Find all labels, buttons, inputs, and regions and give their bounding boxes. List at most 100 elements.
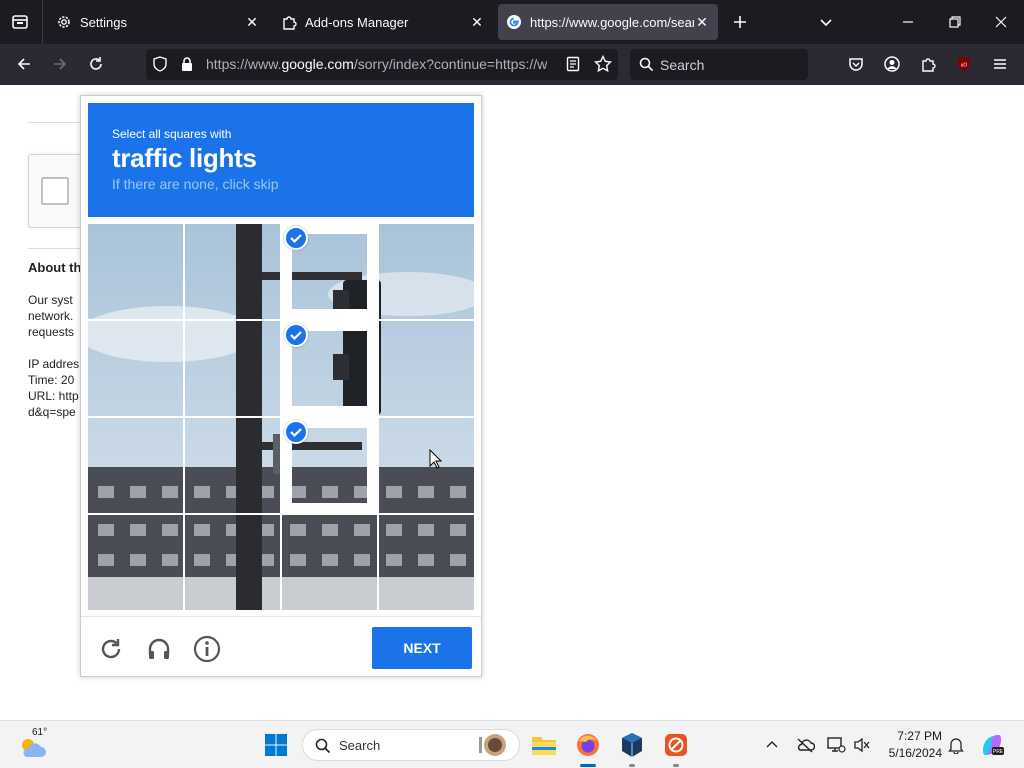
hamburger-icon — [994, 59, 1006, 69]
new-tab-button[interactable] — [728, 10, 752, 34]
chevron-up-icon — [766, 741, 778, 748]
search-input[interactable]: Search — [630, 49, 808, 80]
copilot-icon: PRE — [983, 735, 1004, 755]
recaptcha-challenge: Select all squares with traffic lights I… — [80, 95, 482, 677]
tile-image — [185, 515, 280, 610]
pocket-button[interactable] — [844, 52, 868, 76]
file-explorer-button[interactable] — [528, 729, 560, 761]
ublock-button[interactable]: uO — [952, 52, 976, 76]
extensions-button[interactable] — [916, 52, 940, 76]
tile-image — [185, 321, 280, 416]
show-hidden-icons-button[interactable] — [756, 729, 788, 761]
captcha-tile[interactable] — [88, 418, 183, 513]
captcha-tile[interactable] — [185, 224, 280, 319]
minimize-icon — [903, 21, 913, 23]
tab-addons[interactable]: Add-ons Manager ✕ — [273, 4, 495, 40]
bookmark-star-icon[interactable] — [593, 54, 613, 78]
copilot-button[interactable]: PRE — [976, 729, 1008, 761]
restore-button[interactable] — [943, 10, 967, 34]
windows-logo-icon — [265, 734, 287, 756]
reload-challenge-button[interactable] — [97, 635, 125, 663]
clock[interactable]: 7:27 PM 5/16/2024 — [880, 728, 942, 762]
captcha-tile[interactable] — [282, 418, 377, 513]
tile-image — [88, 418, 183, 513]
bg-text-line: requests — [28, 325, 75, 339]
tab-strip: Settings ✕ Add-ons Manager ✕ https://www… — [0, 0, 1024, 44]
menu-button[interactable] — [988, 52, 1012, 76]
url-prefix: https://www. — [206, 56, 282, 72]
firefox-view-button[interactable] — [8, 10, 32, 34]
bg-text-line: d&q=spe — [28, 405, 76, 419]
date-text: 5/16/2024 — [888, 746, 942, 760]
captcha-tile[interactable] — [88, 224, 183, 319]
onedrive-button[interactable] — [789, 729, 821, 761]
skip-hint: If there are none, click skip — [112, 176, 279, 192]
url-bar[interactable]: https://www.google.com/sorry/index?conti… — [146, 49, 618, 80]
notifications-button[interactable] — [942, 729, 970, 761]
volume-button[interactable] — [846, 729, 878, 761]
captcha-tile[interactable] — [379, 418, 474, 513]
reload-button[interactable] — [84, 52, 108, 76]
running-indicator — [673, 764, 679, 767]
weather-widget[interactable]: 61° — [18, 727, 58, 763]
virtualbox-button[interactable] — [616, 729, 648, 767]
pocket-icon — [849, 58, 863, 71]
audio-challenge-button[interactable] — [145, 635, 173, 663]
tab-settings[interactable]: Settings ✕ — [48, 4, 270, 40]
tab-label: Settings — [80, 14, 127, 30]
svg-text:PRE: PRE — [993, 749, 1004, 755]
captcha-tile[interactable] — [185, 321, 280, 416]
network-icon — [827, 737, 846, 753]
captcha-tile[interactable] — [282, 515, 377, 610]
volume-muted-icon — [854, 737, 870, 753]
shield-icon[interactable] — [152, 56, 168, 77]
about-heading: About th — [28, 260, 82, 275]
tile-image — [379, 321, 474, 416]
divider — [28, 122, 80, 123]
captcha-tile[interactable] — [88, 515, 183, 610]
image-grid — [88, 224, 474, 610]
tab-google[interactable]: https://www.google.com/search ✕ — [498, 4, 718, 40]
taskbar-search-label: Search — [339, 738, 381, 753]
url-domain: google.com — [281, 56, 354, 72]
info-icon — [193, 635, 221, 663]
close-window-button[interactable] — [989, 10, 1013, 34]
minimize-button[interactable] — [896, 10, 920, 34]
captcha-tile[interactable] — [379, 321, 474, 416]
taskbar-search[interactable]: Search — [302, 729, 520, 761]
captcha-tile[interactable] — [88, 321, 183, 416]
next-button[interactable]: NEXT — [372, 627, 472, 669]
app-taskbar-button[interactable] — [660, 729, 692, 767]
active-indicator — [580, 764, 596, 767]
selected-check-icon — [284, 226, 308, 250]
cloud-offline-icon — [797, 738, 815, 753]
url-path: /sorry/index?continue=https://w — [353, 56, 548, 72]
close-tab-icon[interactable]: ✕ — [469, 14, 485, 30]
restore-icon — [949, 16, 961, 28]
url-text[interactable]: https://www.google.com/sorry/index?conti… — [206, 56, 558, 72]
reader-mode-icon[interactable] — [566, 56, 580, 77]
help-button[interactable] — [193, 635, 221, 663]
back-button[interactable] — [12, 52, 36, 76]
captcha-tile[interactable] — [282, 321, 377, 416]
captcha-tile[interactable] — [379, 224, 474, 319]
close-tab-icon[interactable]: ✕ — [694, 14, 710, 30]
tile-image — [379, 515, 474, 610]
captcha-tile[interactable] — [185, 515, 280, 610]
captcha-tile[interactable] — [379, 515, 474, 610]
account-button[interactable] — [880, 52, 904, 76]
tile-image — [88, 224, 183, 319]
close-tab-icon[interactable]: ✕ — [244, 14, 260, 30]
selected-check-icon — [284, 323, 308, 347]
recaptcha-checkbox[interactable] — [41, 177, 69, 205]
list-tabs-button[interactable] — [814, 10, 838, 34]
firefox-taskbar-button[interactable] — [572, 729, 604, 767]
forward-button[interactable] — [48, 52, 72, 76]
captcha-tile[interactable] — [185, 418, 280, 513]
start-button[interactable] — [260, 729, 292, 761]
tile-image — [185, 224, 280, 319]
taskbar: 61° Search 7:27 PM 5/16/2024 PRE — [0, 720, 1024, 768]
captcha-tile[interactable] — [282, 224, 377, 319]
gear-icon — [56, 14, 72, 30]
lock-icon[interactable] — [180, 56, 194, 77]
